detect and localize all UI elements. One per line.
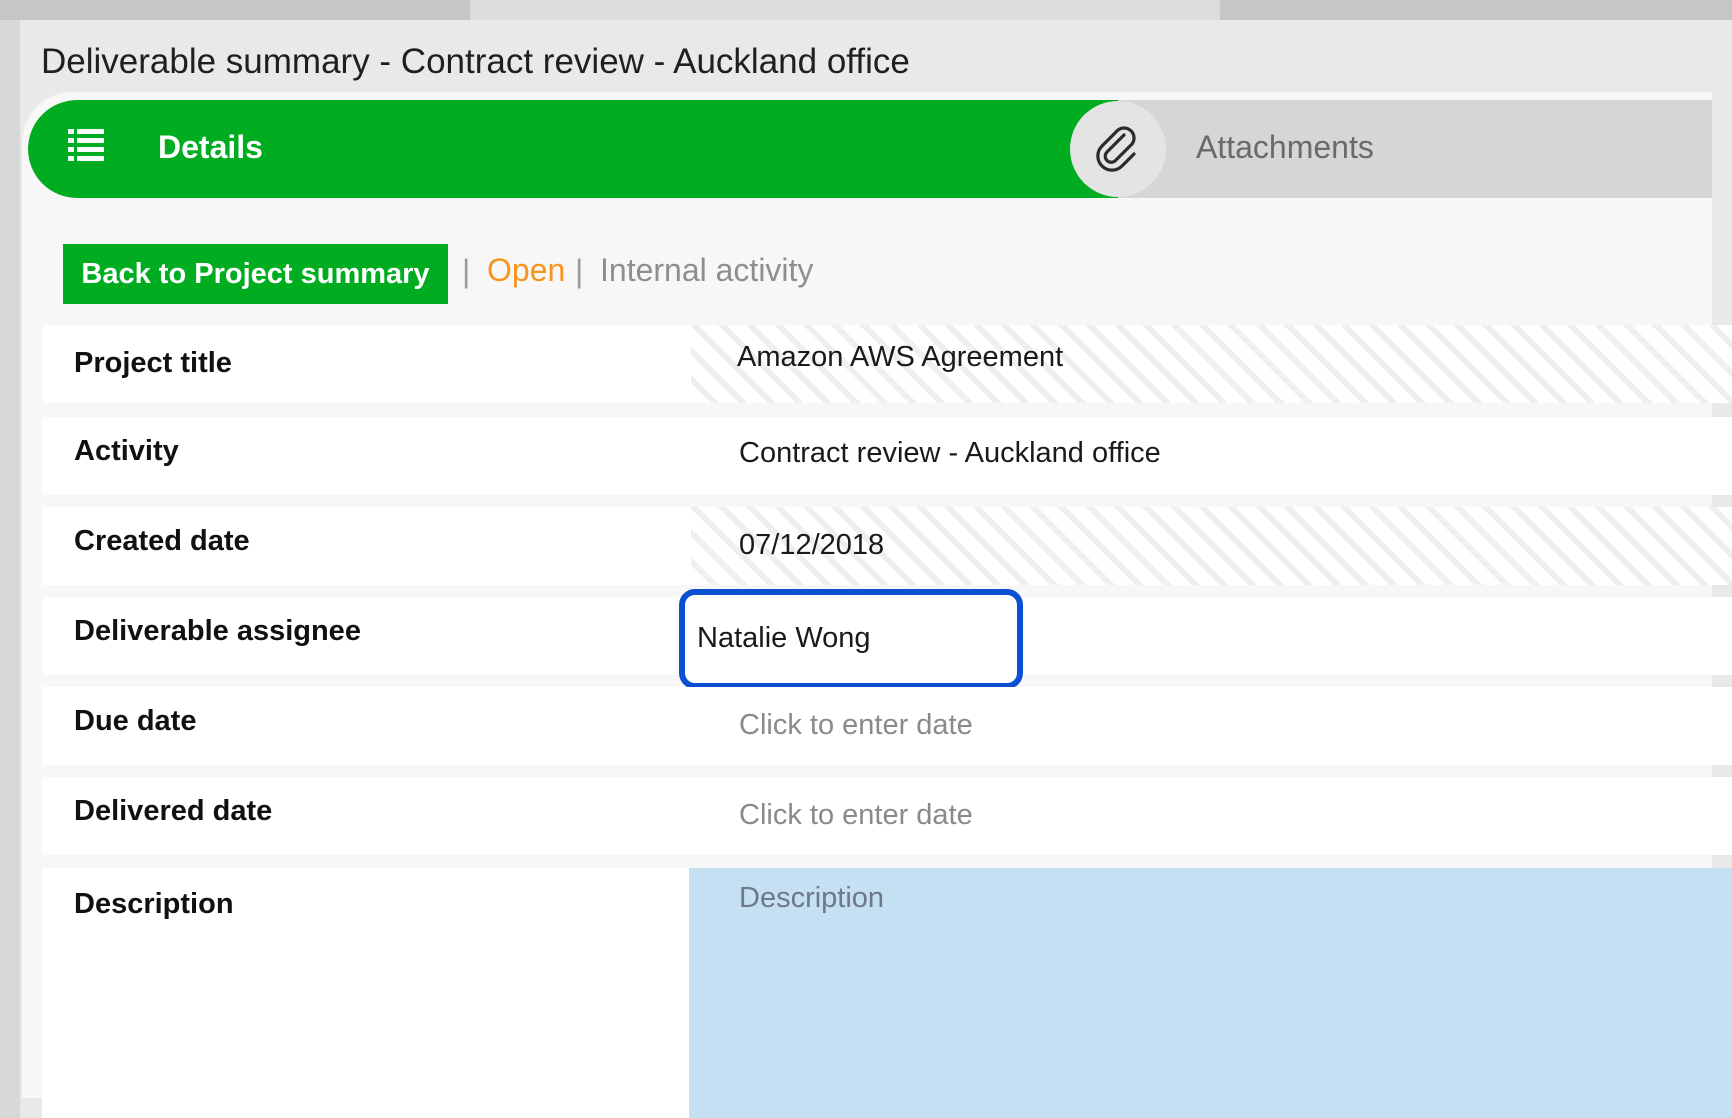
tab-details[interactable]: Details — [28, 100, 1118, 198]
window-title: Deliverable summary - Contract review - … — [41, 42, 910, 81]
field-value-activity: Contract review - Auckland office — [739, 437, 1161, 469]
separator: | — [462, 253, 471, 289]
field-label: Deliverable assignee — [74, 615, 361, 647]
background-strip-light — [470, 0, 1220, 20]
tab-bar: Details Attachments — [28, 100, 1712, 198]
activity-type-label: Internal activity — [600, 252, 814, 288]
back-to-project-summary-button[interactable]: Back to Project summary — [63, 244, 448, 304]
field-label: Description — [74, 888, 234, 920]
description-textarea[interactable]: Description — [689, 868, 1732, 1118]
paperclip-icon-badge[interactable] — [1070, 101, 1166, 197]
field-label: Project title — [74, 347, 232, 379]
field-value-created-date: 07/12/2018 — [739, 529, 885, 561]
tab-attachments[interactable]: Attachments — [1118, 100, 1712, 198]
field-row-description: Description Description — [42, 868, 1732, 1118]
field-row-created-date: Created date 07/12/2018 — [42, 507, 1732, 585]
assignee-highlight[interactable]: Natalie Wong — [679, 589, 1023, 689]
field-label: Delivered date — [74, 795, 273, 827]
field-value-project-title: Amazon AWS Agreement — [737, 341, 1064, 373]
list-icon — [68, 128, 104, 162]
delivered-date-input[interactable]: Click to enter date — [739, 799, 973, 832]
description-placeholder: Description — [739, 882, 885, 914]
field-row-delivered-date: Delivered date Click to enter date — [42, 777, 1732, 855]
separator: | — [575, 253, 584, 289]
due-date-input[interactable]: Click to enter date — [739, 709, 973, 742]
field-label: Activity — [74, 435, 179, 467]
field-label: Created date — [74, 525, 250, 557]
field-row-project-title: Project title Amazon AWS Agreement — [42, 325, 1732, 403]
field-row-activity: Activity Contract review - Auckland offi… — [42, 417, 1732, 495]
status-open: Open — [487, 252, 566, 288]
field-row-due-date: Due date Click to enter date — [42, 687, 1732, 765]
tab-details-label: Details — [158, 129, 263, 165]
field-label: Due date — [74, 705, 197, 737]
tab-attachments-label: Attachments — [1196, 129, 1374, 165]
field-value-assignee: Natalie Wong — [697, 622, 871, 654]
